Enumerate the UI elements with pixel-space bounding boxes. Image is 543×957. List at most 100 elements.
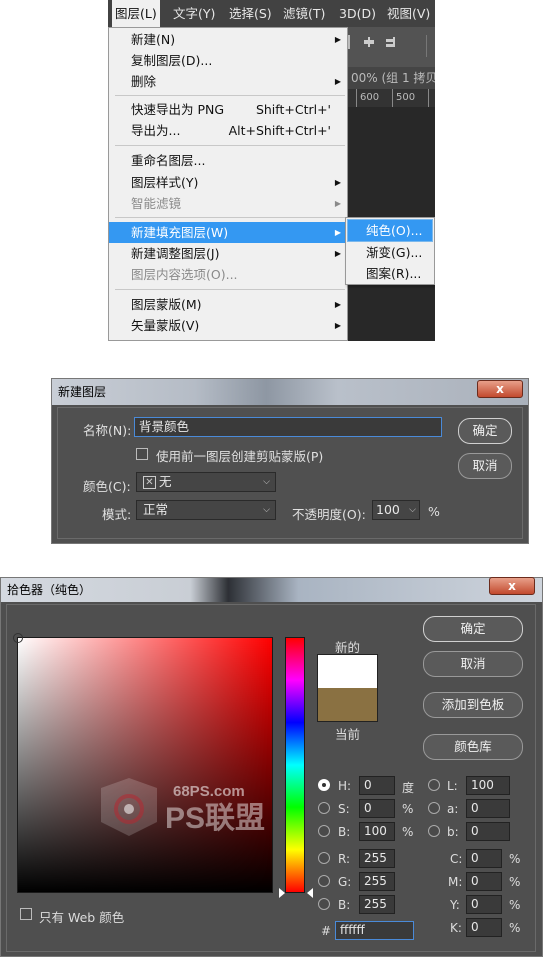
ok-button[interactable]: 确定 <box>423 616 523 642</box>
submenu-item-gradient[interactable]: 渐变(G)... <box>348 242 432 263</box>
menu-type[interactable]: 文字(Y) <box>170 0 218 27</box>
menu-item-export-as[interactable]: 导出为... Alt+Shift+Ctrl+' <box>109 120 347 141</box>
clip-mask-label: 使用前一图层创建剪贴蒙版(P) <box>156 449 324 464</box>
h-input[interactable]: 0 <box>359 776 395 795</box>
h-unit: 度 <box>402 781 415 795</box>
radio-saturation[interactable] <box>318 802 330 814</box>
menu-item-rename[interactable]: 重命名图层... <box>109 150 347 171</box>
menu-layer[interactable]: 图层(L) <box>112 0 160 27</box>
watermark-site: 68PS.com <box>173 783 245 800</box>
c-input[interactable]: 0 <box>466 849 502 868</box>
hue-slider-right-handle[interactable] <box>307 888 313 898</box>
y-input[interactable]: 0 <box>466 895 502 914</box>
menu-item-smart-filter: 智能滤镜 ▶ <box>109 193 347 214</box>
radio-b-lab[interactable] <box>428 825 440 837</box>
shortcut-label: Alt+Shift+Ctrl+' <box>228 123 331 138</box>
menu-3d[interactable]: 3D(D) <box>336 0 379 27</box>
opacity-input[interactable]: 100 ⌵ <box>372 500 420 520</box>
a-input[interactable]: 0 <box>466 799 510 818</box>
current-color-swatch[interactable] <box>317 688 378 722</box>
b-lab-input[interactable]: 0 <box>466 822 510 841</box>
menu-item-new[interactable]: 新建(N) ▶ <box>109 29 347 50</box>
close-button[interactable]: x <box>477 380 523 398</box>
color-libraries-button[interactable]: 颜色库 <box>423 734 523 760</box>
k-input[interactable]: 0 <box>466 918 502 937</box>
document-tab[interactable]: 00% (组 1 拷贝 <box>348 67 435 89</box>
hue-slider[interactable] <box>285 637 305 893</box>
radio-lightness[interactable] <box>428 779 440 791</box>
hue-slider-left-handle[interactable] <box>279 888 285 898</box>
l-input[interactable]: 100 <box>466 776 510 795</box>
menu-item-delete[interactable]: 删除 ▶ <box>109 71 347 92</box>
radio-hue[interactable] <box>318 779 330 791</box>
close-button[interactable]: x <box>489 577 535 595</box>
radio-red[interactable] <box>318 852 330 864</box>
k-label: K: <box>450 921 462 935</box>
m-unit: % <box>509 875 521 889</box>
mode-select-value: 正常 <box>143 502 169 517</box>
hex-input[interactable]: ffffff <box>335 921 414 940</box>
menu-view[interactable]: 视图(V) <box>384 0 433 27</box>
fill-layer-submenu: 纯色(O)... 渐变(G)... 图案(R)... <box>345 217 435 285</box>
m-input[interactable]: 0 <box>466 872 502 891</box>
web-colors-checkbox[interactable] <box>20 908 32 920</box>
menu-separator <box>115 217 345 218</box>
submenu-arrow-icon: ▶ <box>334 178 341 187</box>
s-unit: % <box>402 802 414 816</box>
menu-item-duplicate[interactable]: 复制图层(D)... <box>109 50 347 71</box>
web-colors-label: 只有 Web 颜色 <box>39 910 125 925</box>
chevron-down-icon: ⌵ <box>263 477 270 487</box>
g-input[interactable]: 255 <box>359 872 395 891</box>
b-input[interactable]: 255 <box>359 895 395 914</box>
layer-menu-screenshot: 图层(L) 文字(Y) 选择(S) 滤镜(T) 3D(D) 视图(V) 00% … <box>108 0 435 341</box>
submenu-item-solid-color[interactable]: 纯色(O)... <box>347 219 433 242</box>
menu-select[interactable]: 选择(S) <box>226 0 275 27</box>
close-icon: x <box>508 579 516 593</box>
menu-separator <box>115 289 345 290</box>
brightness-input[interactable]: 100 <box>359 822 395 841</box>
menu-item-layer-style[interactable]: 图层样式(Y) ▶ <box>109 172 347 193</box>
a-label: a: <box>447 802 459 816</box>
submenu-arrow-icon: ▶ <box>334 35 341 44</box>
menu-item-vector-mask[interactable]: 矢量蒙版(V) ▶ <box>109 315 347 336</box>
add-to-swatches-button[interactable]: 添加到色板 <box>423 692 523 718</box>
menu-item-layer-mask[interactable]: 图层蒙版(M) ▶ <box>109 294 347 315</box>
menu-separator <box>115 95 345 96</box>
cancel-button[interactable]: 取消 <box>458 453 512 479</box>
radio-green[interactable] <box>318 875 330 887</box>
submenu-item-pattern[interactable]: 图案(R)... <box>348 263 432 284</box>
name-label: 名称(N): <box>83 423 132 438</box>
mode-label: 模式: <box>102 507 132 522</box>
r-label: R: <box>338 852 351 866</box>
r-input[interactable]: 255 <box>359 849 395 868</box>
brightness-label: B: <box>338 825 351 839</box>
align-icons[interactable] <box>348 27 435 67</box>
cancel-button[interactable]: 取消 <box>423 651 523 677</box>
radio-blue[interactable] <box>318 898 330 910</box>
s-input[interactable]: 0 <box>359 799 395 818</box>
mode-select[interactable]: 正常 ⌵ <box>136 500 276 520</box>
menu-item-new-fill-layer[interactable]: 新建填充图层(W) ▶ <box>109 222 347 243</box>
submenu-arrow-icon: ▶ <box>334 300 341 309</box>
color-select[interactable]: ✕ 无 ⌵ <box>136 472 276 492</box>
g-label: G: <box>338 875 352 889</box>
menu-item-new-adjustment-layer[interactable]: 新建调整图层(J) ▶ <box>109 243 347 264</box>
radio-brightness[interactable] <box>318 825 330 837</box>
c-label: C: <box>450 852 463 866</box>
layer-name-input[interactable]: 背景颜色 <box>134 417 442 437</box>
menu-separator <box>115 145 345 146</box>
clip-mask-checkbox[interactable] <box>136 448 148 460</box>
color-field-cursor[interactable] <box>13 633 23 643</box>
ok-button[interactable]: 确定 <box>458 418 512 444</box>
submenu-arrow-icon: ▶ <box>334 199 341 208</box>
menu-item-quick-export[interactable]: 快速导出为 PNG Shift+Ctrl+' <box>109 99 347 120</box>
watermark-brand: PS联盟 <box>165 802 265 835</box>
chevron-down-icon: ⌵ <box>263 505 270 515</box>
b-label: B: <box>338 898 351 912</box>
menu-filter[interactable]: 滤镜(T) <box>280 0 328 27</box>
c-unit: % <box>509 852 521 866</box>
color-picker-dialog: 拾色器（纯色） x 68PS.com PS联盟 新的 当前 确定 取消 添加到色… <box>0 577 543 957</box>
chevron-down-icon[interactable]: ⌵ <box>409 501 416 519</box>
no-color-icon: ✕ <box>143 476 156 489</box>
radio-a[interactable] <box>428 802 440 814</box>
